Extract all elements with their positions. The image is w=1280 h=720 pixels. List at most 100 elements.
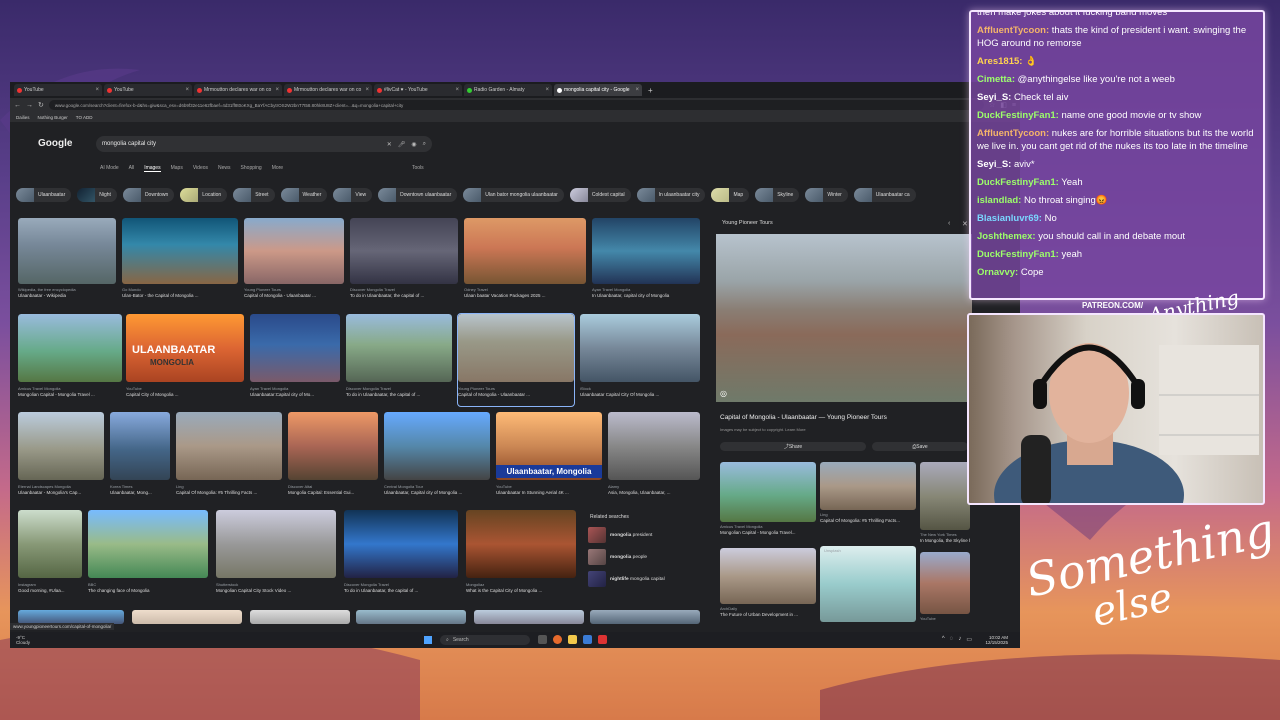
- image-result[interactable]: [356, 610, 466, 624]
- image-result[interactable]: Alamy Asia, Mongolia, Ulaanbaatar, ...: [608, 412, 700, 504]
- reload-icon[interactable]: ↻: [38, 101, 44, 109]
- tab-ai-mode[interactable]: AI Mode: [100, 165, 119, 172]
- browser-tab[interactable]: Radio Garden - Almaty ×: [464, 84, 552, 96]
- browser-tab-active[interactable]: mongolia capital city - Google ×: [554, 84, 642, 96]
- lens-icon[interactable]: ◎: [720, 389, 727, 398]
- more-image[interactable]: Ling Capital Of Mongolia: #5 Thrilling Fa…: [820, 462, 916, 544]
- prev-icon[interactable]: ‹: [948, 220, 950, 227]
- more-image[interactable]: Unsplash: [820, 546, 916, 626]
- chat-username[interactable]: Joshthemex:: [977, 231, 1036, 242]
- panel-main-image[interactable]: ◎: [716, 234, 972, 402]
- image-result[interactable]: Wikipedia, the free encyclopedia Ulaanbaa…: [18, 218, 116, 308]
- image-result[interactable]: [590, 610, 700, 624]
- related-item[interactable]: nightlife mongolia capital: [588, 568, 704, 590]
- image-result[interactable]: Ayan Travel Mongolia In Ulaanbaatar, capi…: [592, 218, 700, 308]
- image-result[interactable]: Young Pioneer Tours Capital of Mongolia -…: [244, 218, 344, 308]
- image-result[interactable]: [18, 610, 124, 624]
- image-result[interactable]: Go Mundo Ulan-Bator - the Capital of Mong…: [122, 218, 238, 308]
- chat-username[interactable]: DuckFestinyFan1:: [977, 177, 1059, 188]
- close-icon[interactable]: ×: [365, 87, 369, 93]
- start-icon[interactable]: [424, 636, 432, 644]
- chip[interactable]: Ulaanbaatar ca: [853, 188, 916, 202]
- browser-tab[interactable]: YouTube ×: [104, 84, 192, 96]
- tab-all[interactable]: All: [129, 165, 135, 172]
- browser-tab[interactable]: Mrmoutton declares war on co ×: [284, 84, 372, 96]
- chat-username[interactable]: Blasianluvr69:: [977, 213, 1042, 224]
- chip[interactable]: View: [333, 188, 373, 202]
- bookmark-item[interactable]: TO ADD: [76, 115, 93, 120]
- close-icon[interactable]: ✕: [962, 220, 968, 228]
- chip[interactable]: Ulaanbaatar: [16, 188, 72, 202]
- image-result[interactable]: Instagram Good morning, #Ulaa...: [18, 510, 82, 600]
- image-result[interactable]: BBC The changing face of Mongolia: [88, 510, 208, 600]
- chat-username[interactable]: Ares1815:: [977, 56, 1022, 67]
- lens-icon[interactable]: ◉: [411, 141, 416, 148]
- panel-title[interactable]: Capital of Mongolia - Ulaanbaatar — Youn…: [720, 414, 970, 421]
- store-icon[interactable]: [583, 635, 592, 644]
- image-result-selected[interactable]: Young Pioneer Tours Capital of Mongolia -…: [457, 313, 575, 407]
- image-result[interactable]: [250, 610, 350, 624]
- chip[interactable]: Street: [233, 188, 275, 202]
- tools-button[interactable]: Tools: [412, 165, 424, 171]
- tab-shopping[interactable]: Shopping: [241, 165, 262, 172]
- bookmark-item[interactable]: Nothing Burger: [38, 115, 68, 120]
- network-icon[interactable]: ◌: [950, 636, 954, 643]
- chip[interactable]: Downtown: [122, 188, 175, 202]
- image-result[interactable]: Shutterstock Mongolian Capital City Stock…: [216, 510, 336, 600]
- chat-username[interactable]: Cimetta:: [977, 74, 1015, 85]
- url-bar[interactable]: www.google.com/search?client=firefox-b-d…: [48, 100, 984, 110]
- chat-username[interactable]: AffluentTycoon:: [977, 25, 1049, 36]
- more-image[interactable]: YouTube: [920, 552, 970, 632]
- chat-username[interactable]: Seyi_S:: [977, 159, 1011, 170]
- search-query[interactable]: mongolia capital city: [102, 141, 156, 147]
- chip[interactable]: Weather: [280, 188, 328, 202]
- chip[interactable]: In ulaanbaatar city: [636, 188, 706, 202]
- close-icon[interactable]: ×: [185, 87, 189, 93]
- related-item[interactable]: mongolia president: [588, 524, 704, 546]
- image-result[interactable]: Ayan Travel Mongolia Ulaanbaatar:Capital …: [250, 314, 340, 406]
- battery-icon[interactable]: ▭: [966, 636, 972, 643]
- forward-icon[interactable]: →: [26, 102, 33, 109]
- tab-images[interactable]: Images: [144, 165, 161, 172]
- chat-username[interactable]: AffluentTycoon:: [977, 128, 1049, 139]
- browser-tab[interactable]: #livCat ♥ - YouTube ×: [374, 84, 462, 96]
- tab-news[interactable]: News: [218, 165, 231, 172]
- browser-tab[interactable]: Mrmoutton declares war on co ×: [194, 84, 282, 96]
- image-result[interactable]: Amicus Travel Mongolia Mongolian Capital …: [18, 314, 122, 406]
- image-result[interactable]: Ling Capital Of Mongolia: #5 Thrilling Fa…: [176, 412, 282, 504]
- chat-username[interactable]: DuckFestinyFan1:: [977, 110, 1059, 121]
- image-result[interactable]: Ulaanbaatar, Mongolia YouTube Ulaanbaatar …: [496, 412, 602, 504]
- image-result[interactable]: Discover Mongolia Travel To do in Ulaanba…: [350, 218, 458, 308]
- new-tab-button[interactable]: +: [648, 86, 653, 95]
- search-icon[interactable]: ⌕: [423, 141, 426, 148]
- taskbar-clock[interactable]: 10:02 AM 12/15/2025: [985, 635, 1008, 645]
- tab-more[interactable]: More: [272, 165, 283, 172]
- volume-icon[interactable]: ♪: [958, 636, 961, 643]
- related-item[interactable]: mongolia people: [588, 546, 704, 568]
- file-explorer-icon[interactable]: [568, 635, 577, 644]
- image-result[interactable]: iStock Ulaanbaatar Capital City Of Mongol…: [580, 314, 700, 406]
- chip[interactable]: Ulan bator mongolia ulaanbaatar: [463, 188, 564, 202]
- close-icon[interactable]: ×: [455, 87, 459, 93]
- chip[interactable]: Winter: [805, 188, 848, 202]
- chip[interactable]: Coldest capital: [569, 188, 631, 202]
- image-result[interactable]: ULAANBAATAR MONGOLIA YouTube Capital City o…: [126, 314, 244, 406]
- chat-username[interactable]: Ornavvy:: [977, 267, 1018, 278]
- save-button[interactable]: ⎙ Save: [872, 442, 968, 451]
- image-result[interactable]: [474, 610, 584, 624]
- taskbar-search[interactable]: ⌕ Search: [440, 635, 530, 645]
- google-logo[interactable]: Google: [38, 138, 72, 149]
- browser-tab[interactable]: YouTube ×: [14, 84, 102, 96]
- image-result[interactable]: Discover Altai Mongolia Capital: Essentia…: [288, 412, 378, 504]
- image-result[interactable]: Odney Travel Ulaan baatar Vacation Packag…: [464, 218, 586, 308]
- back-icon[interactable]: ←: [14, 102, 21, 109]
- weather-widget[interactable]: -9°C Cloudy: [16, 635, 30, 645]
- tab-videos[interactable]: Videos: [193, 165, 208, 172]
- more-image[interactable]: The New York Times In Mongolia, the Skyli…: [920, 462, 970, 544]
- image-result[interactable]: Mongoliaz What is the Capital City of Mon…: [466, 510, 576, 600]
- chat-username[interactable]: DuckFestinyFan1:: [977, 249, 1059, 260]
- chip[interactable]: Skyline: [755, 188, 800, 202]
- panel-source[interactable]: Young Pioneer Tours: [722, 220, 773, 226]
- chat-username[interactable]: islandlad:: [977, 195, 1021, 206]
- search-input[interactable]: mongolia capital city ✕ 🎤︎ ◉ ⌕: [96, 136, 432, 152]
